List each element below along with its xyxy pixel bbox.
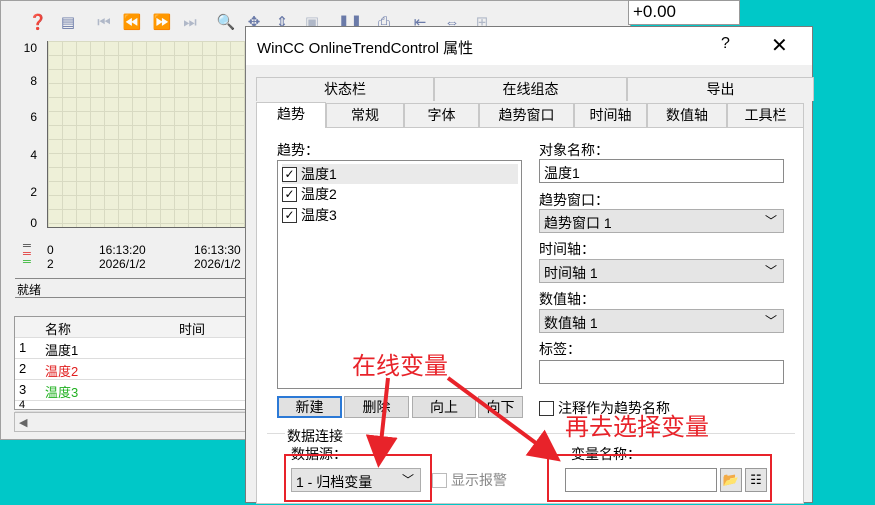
row-name: 温度1 <box>45 343 79 358</box>
value-axis-value: 数值轴 1 <box>544 315 598 331</box>
first-record-icon[interactable]: ⏮ <box>91 9 117 35</box>
tab-general[interactable]: 常规 <box>326 103 404 127</box>
checkbox-checked-icon[interactable]: ✓ <box>282 186 297 202</box>
previous-record-icon[interactable]: ⏪ <box>119 9 145 35</box>
checkbox-unchecked-icon[interactable] <box>539 400 554 416</box>
show-alarm-option[interactable]: 显示报警 <box>432 470 507 490</box>
tab-trend-window[interactable]: 趋势窗口 <box>479 103 574 127</box>
tag-label: 标签： <box>539 341 581 357</box>
y-tick: 8 <box>30 74 37 88</box>
trend-item-label: 温度2 <box>301 186 337 202</box>
trend-window-value: 趋势窗口 1 <box>544 215 612 231</box>
y-tick: 4 <box>30 148 37 162</box>
time-axis-value: 时间轴 1 <box>544 265 598 281</box>
show-alarm-label: 显示报警 <box>451 472 507 488</box>
dialog-title: WinCC OnlineTrendControl 属性 <box>257 40 474 57</box>
y-tick: 6 <box>30 110 37 124</box>
properties-dialog: WinCC OnlineTrendControl 属性 ? ✕ 状态栏 在线组态… <box>245 26 814 504</box>
y-tick: 2 <box>30 185 37 199</box>
checkbox-checked-icon[interactable]: ✓ <box>282 207 297 223</box>
tab-toolbar[interactable]: 工具栏 <box>727 103 804 127</box>
trend-item-label: 温度1 <box>301 166 337 182</box>
y-tick: 0 <box>30 216 37 230</box>
column-header-time[interactable]: 时间 <box>179 319 205 338</box>
data-connection-label: 数据连接 <box>285 426 345 446</box>
x-tick-value: 2 <box>47 257 54 271</box>
y-tick: 10 <box>23 41 37 55</box>
object-name-field[interactable]: 温度1 <box>539 159 784 183</box>
close-button[interactable]: ✕ <box>771 33 788 58</box>
tab-font[interactable]: 字体 <box>404 103 479 127</box>
row-number: 1 <box>19 340 27 355</box>
move-up-button[interactable]: 向上 <box>412 396 476 418</box>
config-dialog-icon[interactable]: ▤ <box>55 9 81 35</box>
x-tick-date: 2026/1/2 <box>99 257 146 271</box>
time-axis-label: 时间轴： <box>539 241 595 257</box>
chevron-down-icon[interactable]: ﹀ <box>765 212 777 229</box>
value-axis-label: 数值轴： <box>539 291 595 307</box>
column-header-name[interactable]: 名称 <box>45 319 71 338</box>
chevron-down-icon[interactable]: ﹀ <box>765 312 777 329</box>
tab-export[interactable]: 导出 <box>627 77 814 101</box>
trend-item-label: 温度3 <box>301 207 337 223</box>
annotation-online-variable: 在线变量 <box>352 353 448 380</box>
last-record-icon[interactable]: ⏭ <box>177 9 203 35</box>
zoom-area-icon[interactable]: 🔍 <box>213 9 239 35</box>
checkbox-disabled-icon[interactable] <box>432 472 447 488</box>
object-name-label: 对象名称： <box>539 142 609 158</box>
trend-item[interactable]: ✓ 温度3 <box>282 205 337 225</box>
value-axis-select[interactable]: 数值轴 1 ﹀ <box>539 309 784 333</box>
x-tick-value: 0 <box>47 243 54 257</box>
title-bar: WinCC OnlineTrendControl 属性 ? ✕ <box>246 27 812 65</box>
row-name: 温度2 <box>45 364 79 379</box>
trend-window-label: 趋势窗口： <box>539 192 609 208</box>
row-name: 温度3 <box>45 385 79 400</box>
trend-item[interactable]: ✓ 温度1 <box>282 164 518 184</box>
row-number: 2 <box>19 361 27 376</box>
chevron-down-icon[interactable]: ﹀ <box>765 262 777 279</box>
row-number: 3 <box>19 382 27 397</box>
trend-window-select[interactable]: 趋势窗口 1 ﹀ <box>539 209 784 233</box>
tab-trends[interactable]: 趋势 <box>256 102 326 128</box>
x-tick-date: 2026/1/2 <box>194 257 241 271</box>
annotation-box-variable-name <box>547 454 772 502</box>
tab-value-axis[interactable]: 数值轴 <box>647 103 727 127</box>
next-record-icon[interactable]: ⏩ <box>149 9 175 35</box>
move-down-button[interactable]: 向下 <box>478 396 523 418</box>
tab-online-config[interactable]: 在线组态 <box>434 77 627 101</box>
help-button[interactable]: ? <box>721 35 730 53</box>
trends-label: 趋势： <box>277 142 319 158</box>
tag-field[interactable] <box>539 360 784 384</box>
value-display: +0.00 <box>628 0 740 25</box>
tab-status-bar[interactable]: 状态栏 <box>256 77 434 101</box>
new-button[interactable]: 新建 <box>277 396 342 418</box>
trend-item[interactable]: ✓ 温度2 <box>282 184 337 204</box>
checkbox-checked-icon[interactable]: ✓ <box>282 166 297 182</box>
row-number: 4 <box>19 399 26 411</box>
annotation-box-data-source <box>284 454 432 502</box>
annotation-reselect-variable: 再去选择变量 <box>565 414 709 441</box>
delete-button[interactable]: 删除 <box>344 396 409 418</box>
help-icon[interactable]: ❓ <box>25 9 51 35</box>
tab-panel-trends: 趋势： ✓ 温度1 ✓ 温度2 ✓ 温度3 对象名称： 温度1 趋势窗口： 趋势窗口 … <box>256 127 804 504</box>
x-tick-time: 16:13:20 <box>99 243 146 257</box>
x-tick-time: 16:13:30 <box>194 243 241 257</box>
tab-time-axis[interactable]: 时间轴 <box>574 103 647 127</box>
scroll-left-icon[interactable]: ◀ <box>19 417 27 429</box>
trend-legend-icon[interactable]: ═ ═ ═ <box>23 241 31 268</box>
time-axis-select[interactable]: 时间轴 1 ﹀ <box>539 259 784 283</box>
